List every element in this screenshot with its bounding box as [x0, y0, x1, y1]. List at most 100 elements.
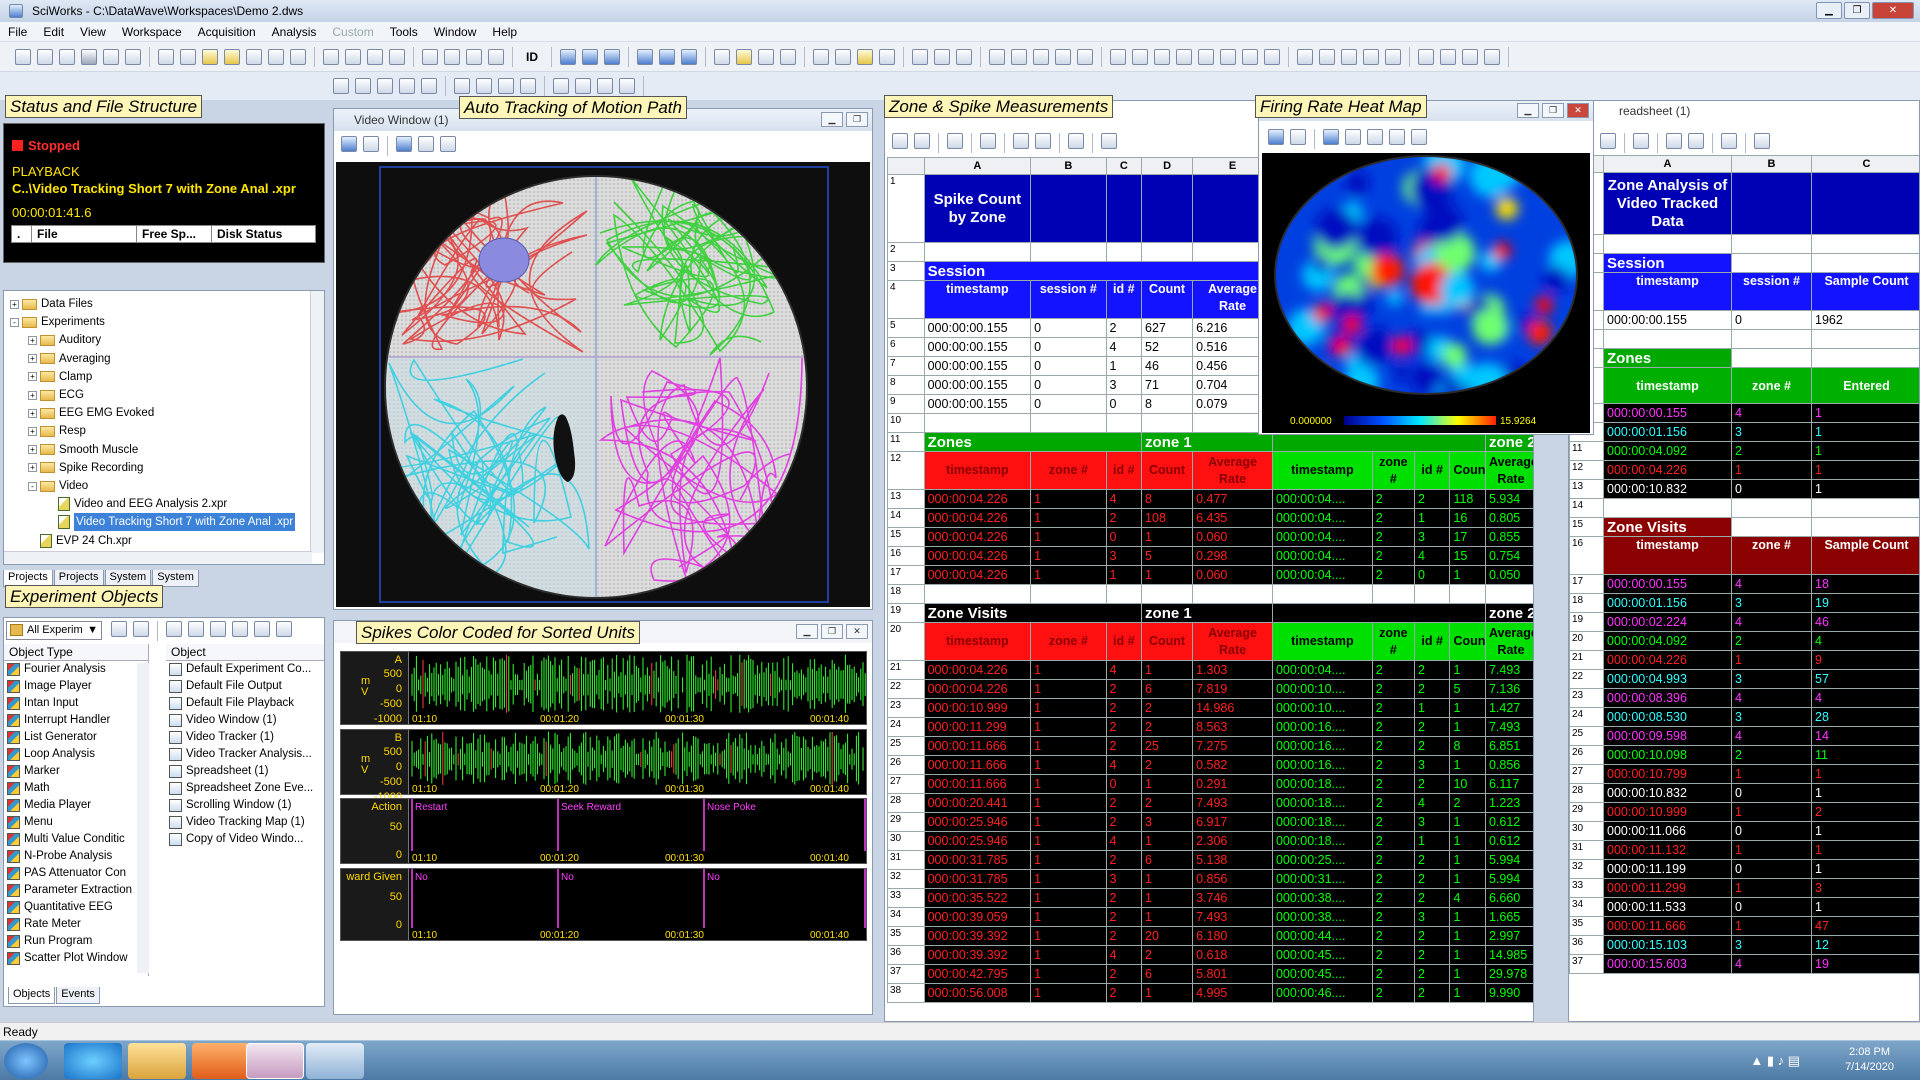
sheet-cell[interactable]: 3 [1105, 375, 1143, 395]
sheet-cell[interactable]: 1 [1030, 565, 1107, 585]
toolbar-tool-icon[interactable] [180, 48, 196, 65]
sheet-cell[interactable]: 2 [1141, 945, 1194, 965]
sheet-cell[interactable]: 1 [1449, 945, 1486, 965]
expand-icon[interactable]: + [28, 463, 37, 473]
sheet-cell[interactable]: 000:00:35.522 [923, 888, 1032, 908]
sheet-cell[interactable]: 2 [1413, 869, 1451, 889]
sheet-cell[interactable]: 1.223 [1484, 793, 1533, 813]
sheet-cell[interactable]: 000:00:00.155 [923, 356, 1032, 376]
sheet-cell[interactable]: 5.994 [1484, 850, 1533, 870]
toolbar-tool-icon[interactable] [103, 48, 119, 65]
sheet-cell[interactable]: 4 [1105, 489, 1143, 509]
sheet-cell[interactable]: 14.985 [1484, 945, 1533, 965]
sheet-cell[interactable]: 2 [1811, 802, 1919, 822]
toolbar-tool-icon[interactable] [224, 48, 240, 65]
sheet-cell[interactable] [1105, 413, 1143, 433]
sheet-cell[interactable]: 7.275 [1192, 736, 1273, 756]
column-title[interactable]: timestamp [1271, 622, 1373, 661]
sheet-cell[interactable]: 19 [1811, 954, 1919, 974]
sheet-cell[interactable] [1449, 584, 1486, 604]
sheet-cell[interactable]: 1 [1811, 821, 1919, 841]
column-header[interactable]: B [1731, 155, 1812, 173]
object-filter-select[interactable]: All Experim ▼ [6, 621, 102, 640]
sheet-cell[interactable]: 2 [1371, 755, 1415, 775]
sheet-title[interactable]: Zone Analysis of Video Tracked Data [1603, 172, 1732, 235]
sheet-cell[interactable]: 3 [1731, 669, 1812, 689]
sheet-cell[interactable]: 4 [1731, 954, 1812, 974]
edit-icon[interactable] [188, 621, 204, 637]
sheet-cell[interactable]: 1.303 [1192, 660, 1273, 680]
sheet-cell[interactable]: 1 [1449, 717, 1486, 737]
column-header[interactable]: B [1030, 157, 1107, 175]
column-title[interactable]: Count [1141, 622, 1194, 661]
id-button[interactable]: ID [526, 50, 538, 64]
sheet-cell[interactable]: 0 [1105, 394, 1143, 414]
toolbar-tool-icon[interactable] [389, 48, 405, 65]
sheet-cell[interactable]: 000:00:11.666 [923, 755, 1032, 775]
sheet-cell[interactable]: 0 [1105, 527, 1143, 547]
column-title[interactable]: Count [1449, 622, 1486, 661]
sheet-cell[interactable]: 1 [1141, 660, 1194, 680]
object-item[interactable]: Spreadsheet Zone Eve... [166, 780, 324, 797]
sheet-cell[interactable]: 8 [1141, 489, 1194, 509]
sheet-cell[interactable]: 4 [1105, 945, 1143, 965]
sheet-cell[interactable]: 2 [1413, 679, 1451, 699]
cross-icon[interactable] [1389, 129, 1405, 145]
sheet-cell[interactable]: 2 [1141, 698, 1194, 718]
toolbar-tool-icon[interactable] [553, 78, 569, 94]
sheet-cell[interactable]: 2 [1731, 441, 1812, 461]
sheet-cell[interactable]: 1 [1731, 650, 1812, 670]
column-title[interactable]: Sample Count [1811, 536, 1919, 575]
sheet-cell[interactable]: 2 [1371, 907, 1415, 927]
section-zone-visits[interactable]: Zone Visits [1603, 517, 1732, 537]
layers-icon[interactable] [418, 136, 434, 152]
object-item[interactable]: Default Experiment Co... [166, 661, 324, 678]
sheet-cell[interactable]: 3 [1731, 593, 1812, 613]
object-tab-events[interactable]: Events [56, 987, 100, 1004]
object-type-item[interactable]: Image Player [4, 678, 148, 695]
sheet-cell[interactable]: 000:00:10.... [1271, 679, 1373, 699]
sheet-cell[interactable]: 2 [1371, 869, 1415, 889]
sheet-cell[interactable]: 000:00:00.155 [923, 375, 1032, 395]
sheet-cell[interactable]: 000:00:10.999 [923, 698, 1032, 718]
sheet-cell[interactable]: 1 [1731, 764, 1812, 784]
column-title[interactable]: Count [1449, 451, 1486, 490]
object-type-item[interactable]: Scatter Plot Window [4, 950, 148, 967]
sheet-cell[interactable] [1105, 242, 1143, 262]
toolbar-tool-icon[interactable] [934, 48, 950, 65]
tree-item[interactable]: + Averaging [28, 350, 111, 368]
sheet-cell[interactable]: 2 [1731, 745, 1812, 765]
sheet-cell[interactable]: 1 [1811, 403, 1919, 423]
sheet-cell[interactable]: 12 [1811, 935, 1919, 955]
column-title[interactable]: timestamp [1603, 272, 1732, 311]
export-icon[interactable] [440, 136, 456, 152]
sheet-cell[interactable] [1141, 242, 1194, 262]
object-item[interactable]: Scrolling Window (1) [166, 797, 324, 814]
section-zone-visits[interactable]: Zone Visits [923, 603, 1143, 623]
sheet-cell[interactable] [1105, 584, 1143, 604]
sheet-cell[interactable]: 4 [1105, 660, 1143, 680]
sheet-cell[interactable]: 1 [1449, 850, 1486, 870]
sheet-cell[interactable]: 3 [1811, 878, 1919, 898]
object-item[interactable]: Video Tracker (1) [166, 729, 324, 746]
rect-icon[interactable] [1290, 129, 1306, 145]
sheet-cell[interactable]: 1 [1030, 945, 1107, 965]
menu-tools[interactable]: Tools [382, 25, 426, 39]
sheet-cell[interactable]: 7.493 [1192, 793, 1273, 813]
tree-item[interactable]: + Smooth Muscle [28, 441, 138, 459]
minimize-button[interactable]: ▁ [821, 112, 843, 127]
sheet-cell[interactable]: 3 [1413, 755, 1451, 775]
tree-item[interactable]: + ECG [28, 386, 84, 404]
column-title[interactable]: timestamp [1603, 367, 1732, 404]
sheet-cell[interactable]: 4 [1811, 688, 1919, 708]
menu-view[interactable]: View [72, 25, 114, 39]
sheet-cell[interactable]: 1 [1449, 565, 1486, 585]
object-type-item[interactable]: Run Program [4, 933, 148, 950]
sheet-cell[interactable]: 47 [1811, 916, 1919, 936]
toolbar-tool-icon[interactable] [520, 78, 536, 94]
sheet-cell[interactable]: 0.618 [1192, 945, 1273, 965]
toolbar-tool-icon[interactable] [1242, 48, 1258, 65]
sheet-cell[interactable]: 1 [1030, 679, 1107, 699]
sheet-cell[interactable]: 000:00:18.... [1271, 774, 1373, 794]
sheet-cell[interactable]: 1 [1449, 983, 1486, 1003]
